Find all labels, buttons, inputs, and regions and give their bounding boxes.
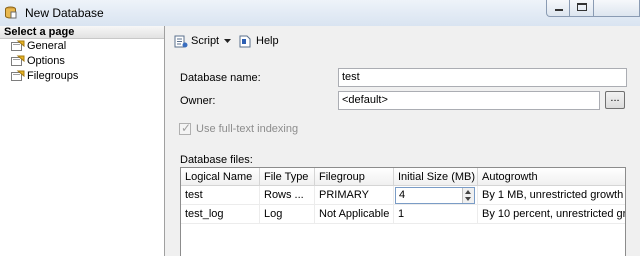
cell-filegroup[interactable]: PRIMARY [315,186,394,205]
page-icon [11,55,25,66]
column-header-logical-name[interactable]: Logical Name [181,168,260,186]
window-title: New Database [25,6,104,20]
title-bar: New Database [0,0,640,26]
table-row[interactable]: test Rows ... PRIMARY 4 By 1 MB, unrestr… [181,186,625,205]
spin-up-icon[interactable] [465,190,471,194]
close-button[interactable] [594,0,640,17]
minimize-button[interactable] [546,0,570,17]
spin-down-icon[interactable] [465,197,471,201]
nav-item-options[interactable]: Options [0,54,164,69]
cell-logical-name[interactable]: test [181,186,260,205]
owner-label: Owner: [180,95,216,107]
page-navigation: Select a page General Options Filegroups [0,26,165,256]
nav-item-label: Filegroups [27,70,79,82]
nav-item-filegroups[interactable]: Filegroups [0,69,164,84]
help-icon [239,35,251,48]
script-label: Script [191,35,220,47]
column-header-filegroup[interactable]: Filegroup [315,168,394,186]
toolbar: Script Help [166,26,640,56]
owner-field[interactable]: <default> [338,91,600,110]
initial-size-value: 4 [399,189,406,201]
cell-file-type[interactable]: Log [260,205,315,224]
script-icon [174,35,188,48]
cell-logical-name[interactable]: test_log [181,205,260,224]
db-name-field[interactable]: test [338,68,627,87]
column-header-file-type[interactable]: File Type [260,168,315,186]
maximize-button[interactable] [570,0,594,17]
help-label: Help [256,35,279,47]
page-icon [11,70,25,81]
cell-autogrowth[interactable]: By 1 MB, unrestricted growth [478,186,625,205]
table-row[interactable]: test_log Log Not Applicable 1 By 10 perc… [181,205,625,224]
column-header-initial-size[interactable]: Initial Size (MB) [394,168,478,186]
db-name-label: Database name: [180,72,261,84]
cell-initial-size[interactable]: 1 [394,205,478,224]
database-icon [5,6,17,19]
maximize-icon [577,3,587,11]
grid-header: Logical Name File Type Filegroup Initial… [181,168,625,186]
database-files-grid: Logical Name File Type Filegroup Initial… [180,167,626,256]
fulltext-label: Use full-text indexing [196,123,299,135]
nav-header: Select a page [0,26,164,39]
cell-autogrowth[interactable]: By 10 percent, unrestricted growt [478,205,625,224]
check-icon: ✓ [181,121,192,135]
cell-file-type[interactable]: Rows ... [260,186,315,205]
help-button[interactable]: Help [238,31,279,51]
nav-item-general[interactable]: General [0,39,164,54]
script-button[interactable]: Script [173,31,219,51]
script-dropdown-button[interactable] [223,31,232,51]
nav-item-label: Options [27,55,65,67]
caret-down-icon [224,39,231,43]
owner-browse-button[interactable]: ... [605,91,625,109]
spin-buttons[interactable] [462,188,474,203]
nav-item-label: General [27,40,67,52]
page-icon [11,40,25,51]
minimize-icon [555,9,563,11]
general-page: Database name: test Owner: <default> ...… [166,57,640,256]
fulltext-checkbox[interactable]: ✓ [179,121,192,135]
cell-initial-size: 4 [394,186,478,205]
cell-filegroup[interactable]: Not Applicable [315,205,394,224]
database-files-label: Database files: [180,154,253,166]
initial-size-stepper[interactable]: 4 [395,187,475,204]
column-header-autogrowth[interactable]: Autogrowth [478,168,625,186]
